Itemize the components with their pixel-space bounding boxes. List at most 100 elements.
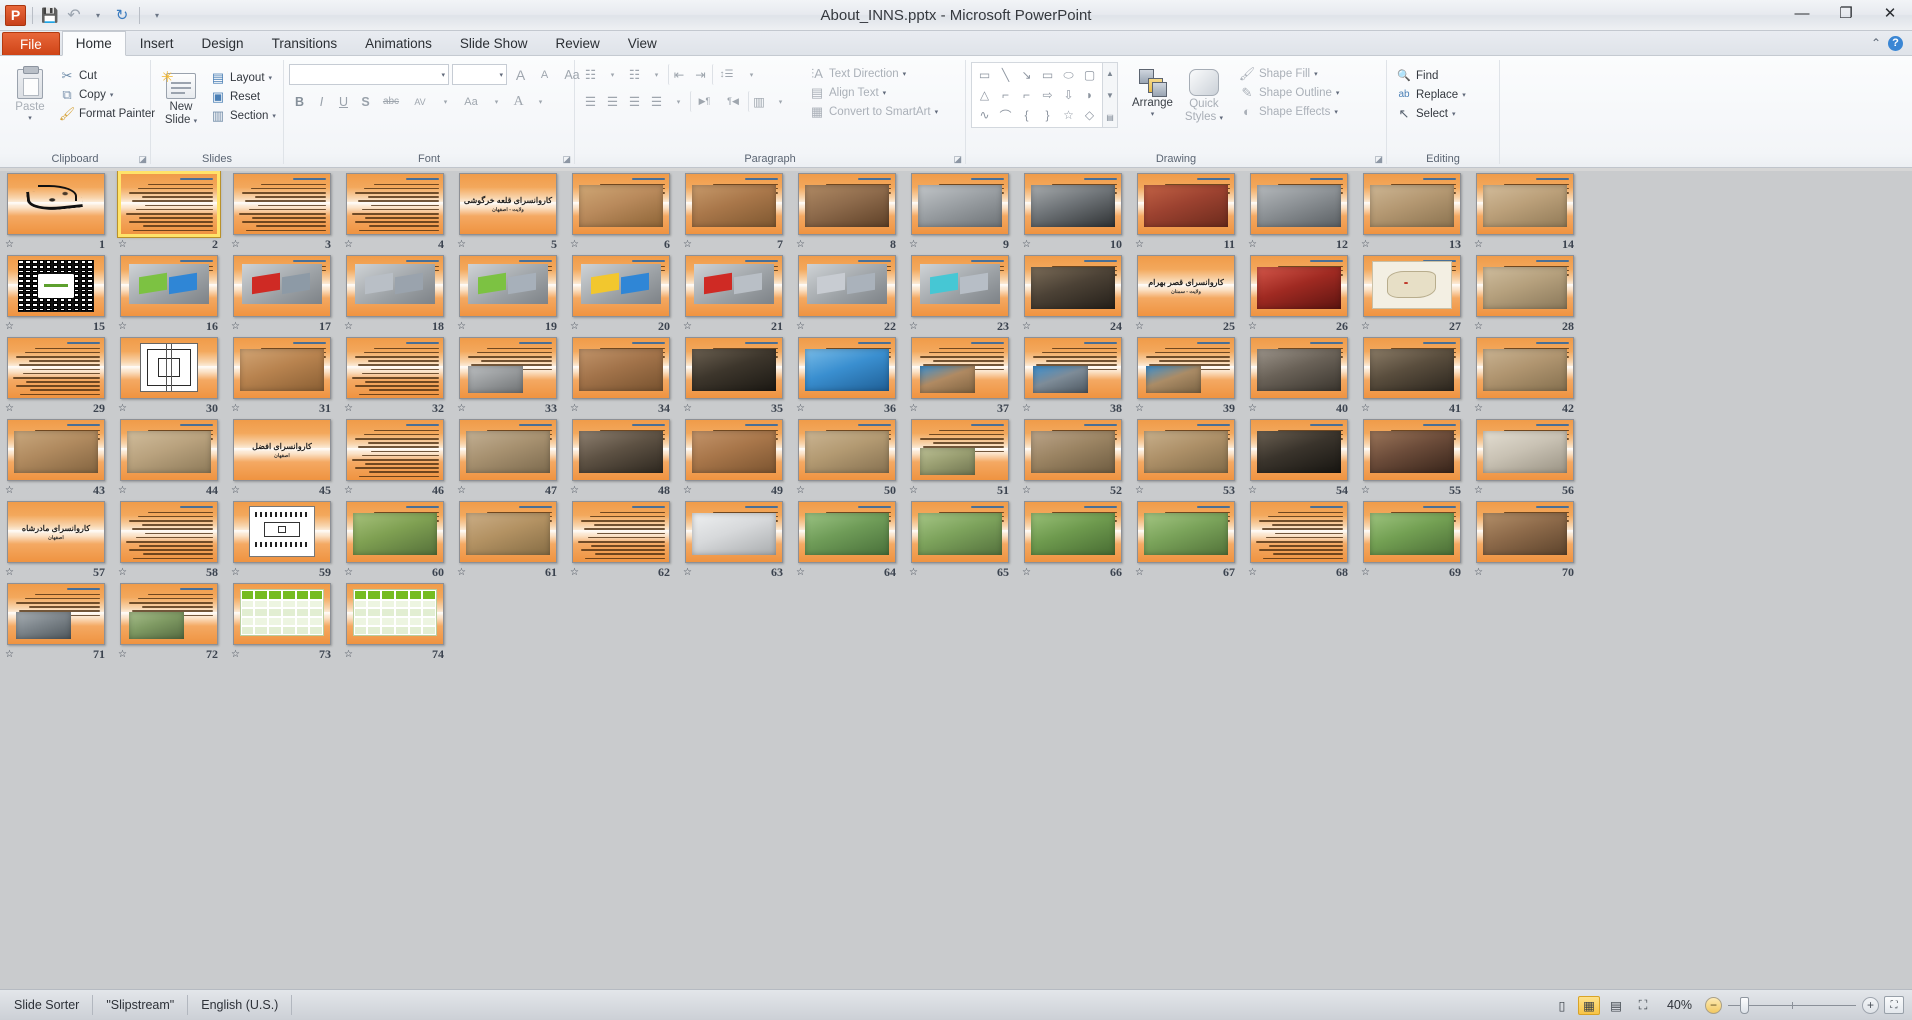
slide-cell[interactable]: ☆ 50 bbox=[791, 417, 904, 499]
slide-thumbnail[interactable] bbox=[1137, 173, 1235, 235]
animation-indicator-icon[interactable]: ☆ bbox=[1135, 404, 1148, 415]
gallery-scroll-up-icon[interactable]: ▲ bbox=[1103, 63, 1117, 83]
animation-indicator-icon[interactable]: ☆ bbox=[457, 486, 470, 497]
slide-thumbnail[interactable]: کاروانسرای افضل اصفهان bbox=[233, 419, 331, 481]
animation-indicator-icon[interactable]: ☆ bbox=[1022, 322, 1035, 333]
animation-indicator-icon[interactable]: ☆ bbox=[796, 486, 809, 497]
slide-cell[interactable]: ☆ 3 bbox=[226, 171, 339, 253]
slide-thumbnail[interactable] bbox=[459, 337, 557, 399]
slide-cell[interactable]: کاروانسرای قلعه خرگوشی ولایت - اصفهان ☆ 5 bbox=[452, 171, 565, 253]
clipboard-dialog-launcher[interactable]: ◪ bbox=[138, 154, 147, 165]
animation-indicator-icon[interactable]: ☆ bbox=[1022, 486, 1035, 497]
animation-indicator-icon[interactable]: ☆ bbox=[683, 404, 696, 415]
animation-indicator-icon[interactable]: ☆ bbox=[1135, 240, 1148, 251]
shape-rect-icon[interactable]: ▭ bbox=[1037, 65, 1058, 85]
slide-cell[interactable]: ☆ 27 bbox=[1356, 253, 1469, 335]
slide-cell[interactable]: ☆ 28 bbox=[1469, 253, 1582, 335]
slide-thumbnail[interactable] bbox=[798, 255, 896, 317]
animation-indicator-icon[interactable]: ☆ bbox=[5, 240, 18, 251]
slide-cell[interactable]: ☆ 49 bbox=[678, 417, 791, 499]
align-text-button[interactable]: ▤ Align Text ▾ bbox=[805, 83, 942, 102]
animation-indicator-icon[interactable]: ☆ bbox=[570, 486, 583, 497]
save-icon[interactable]: 💾 bbox=[39, 4, 61, 26]
tab-design[interactable]: Design bbox=[188, 31, 258, 55]
slide-cell[interactable]: ☆ 46 bbox=[339, 417, 452, 499]
slide-cell[interactable]: ☆ 17 bbox=[226, 253, 339, 335]
animation-indicator-icon[interactable]: ☆ bbox=[118, 650, 131, 661]
powerpoint-logo-icon[interactable]: P bbox=[5, 4, 26, 26]
animation-indicator-icon[interactable]: ☆ bbox=[909, 404, 922, 415]
slide-cell[interactable]: ☆ 55 bbox=[1356, 417, 1469, 499]
bullets-dropdown-icon[interactable]: ▾ bbox=[602, 64, 623, 85]
text-shadow-button[interactable]: S bbox=[355, 91, 376, 112]
slide-thumbnail[interactable] bbox=[798, 419, 896, 481]
slide-thumbnail[interactable] bbox=[572, 255, 670, 317]
animation-indicator-icon[interactable]: ☆ bbox=[457, 404, 470, 415]
animation-indicator-icon[interactable]: ☆ bbox=[796, 322, 809, 333]
zoom-percentage[interactable]: 40% bbox=[1659, 998, 1700, 1012]
animation-indicator-icon[interactable]: ☆ bbox=[909, 486, 922, 497]
slide-thumbnail[interactable]: کاروانسرای مادرشاه اصفهان bbox=[7, 501, 105, 563]
animation-indicator-icon[interactable]: ☆ bbox=[231, 404, 244, 415]
tab-animations[interactable]: Animations bbox=[351, 31, 446, 55]
animation-indicator-icon[interactable]: ☆ bbox=[344, 404, 357, 415]
slide-cell[interactable]: ☆ 2 bbox=[113, 171, 226, 253]
minimize-ribbon-icon[interactable]: ⌃ bbox=[1871, 36, 1881, 50]
animation-indicator-icon[interactable]: ☆ bbox=[683, 240, 696, 251]
slide-thumbnail[interactable] bbox=[1137, 337, 1235, 399]
copy-button[interactable]: ⧉ Copy ▾ bbox=[55, 85, 159, 104]
animation-indicator-icon[interactable]: ☆ bbox=[1361, 568, 1374, 579]
animation-indicator-icon[interactable]: ☆ bbox=[796, 404, 809, 415]
slide-cell[interactable]: ☆ 54 bbox=[1243, 417, 1356, 499]
animation-indicator-icon[interactable]: ☆ bbox=[1022, 568, 1035, 579]
slide-cell[interactable]: ☆ 65 bbox=[904, 499, 1017, 581]
slide-thumbnail[interactable] bbox=[685, 255, 783, 317]
slide-cell[interactable]: ☆ 42 bbox=[1469, 335, 1582, 417]
slide-cell[interactable]: کاروانسرای قصر بهرام ولایت - سمنان ☆ 25 bbox=[1130, 253, 1243, 335]
tab-slide-show[interactable]: Slide Show bbox=[446, 31, 542, 55]
slide-thumbnail[interactable] bbox=[798, 501, 896, 563]
shape-arc-icon[interactable]: ⌒ bbox=[995, 105, 1016, 125]
layout-dropdown-icon[interactable]: ▾ bbox=[269, 74, 273, 82]
shape-oval-icon[interactable]: ⬭ bbox=[1058, 65, 1079, 85]
slide-cell[interactable]: ☆ 6 bbox=[565, 171, 678, 253]
slide-cell[interactable]: ☆ 9 bbox=[904, 171, 1017, 253]
convert-smartart-button[interactable]: ▦ Convert to SmartArt ▾ bbox=[805, 102, 942, 121]
slide-thumbnail[interactable] bbox=[120, 583, 218, 645]
slide-cell[interactable]: ☆ 47 bbox=[452, 417, 565, 499]
animation-indicator-icon[interactable]: ☆ bbox=[231, 486, 244, 497]
animation-indicator-icon[interactable]: ☆ bbox=[457, 322, 470, 333]
slide-cell[interactable]: ☆ 11 bbox=[1130, 171, 1243, 253]
gallery-expand-icon[interactable]: ▤ bbox=[1103, 107, 1117, 127]
character-spacing-button[interactable]: AV bbox=[406, 91, 434, 112]
select-dropdown-icon[interactable]: ▾ bbox=[1452, 110, 1456, 118]
slide-cell[interactable]: ☆ 39 bbox=[1130, 335, 1243, 417]
slide-cell[interactable]: ☆ 16 bbox=[113, 253, 226, 335]
slide-cell[interactable]: ☆ 8 bbox=[791, 171, 904, 253]
slide-cell[interactable]: ☆ 10 bbox=[1017, 171, 1130, 253]
drawing-dialog-launcher[interactable]: ◪ bbox=[1374, 154, 1383, 165]
animation-indicator-icon[interactable]: ☆ bbox=[5, 568, 18, 579]
animation-indicator-icon[interactable]: ☆ bbox=[683, 568, 696, 579]
animation-indicator-icon[interactable]: ☆ bbox=[5, 322, 18, 333]
slide-cell[interactable]: ☆ 30 bbox=[113, 335, 226, 417]
slide-cell[interactable]: ☆ 34 bbox=[565, 335, 678, 417]
tab-insert[interactable]: Insert bbox=[126, 31, 188, 55]
slide-thumbnail[interactable] bbox=[346, 255, 444, 317]
slide-cell[interactable]: ☆ 66 bbox=[1017, 499, 1130, 581]
minimize-button[interactable]: — bbox=[1780, 0, 1824, 26]
slide-thumbnail[interactable] bbox=[1476, 173, 1574, 235]
decrease-indent-button[interactable]: ⇤ bbox=[668, 64, 689, 85]
slide-cell[interactable]: ☆ 56 bbox=[1469, 417, 1582, 499]
replace-dropdown-icon[interactable]: ▾ bbox=[1462, 91, 1466, 99]
view-slide-sorter-button[interactable]: ▦ bbox=[1577, 995, 1600, 1015]
slide-thumbnail[interactable] bbox=[1363, 255, 1461, 317]
status-theme-name[interactable]: "Slipstream" bbox=[93, 995, 189, 1015]
animation-indicator-icon[interactable]: ☆ bbox=[909, 240, 922, 251]
bold-button[interactable]: B bbox=[289, 91, 310, 112]
text-direction-button[interactable]: ⫶A Text Direction ▾ bbox=[805, 64, 942, 83]
slide-cell[interactable]: ☆ 64 bbox=[791, 499, 904, 581]
animation-indicator-icon[interactable]: ☆ bbox=[457, 240, 470, 251]
slide-cell[interactable]: ☆ 61 bbox=[452, 499, 565, 581]
slide-cell[interactable]: ☆ 20 bbox=[565, 253, 678, 335]
